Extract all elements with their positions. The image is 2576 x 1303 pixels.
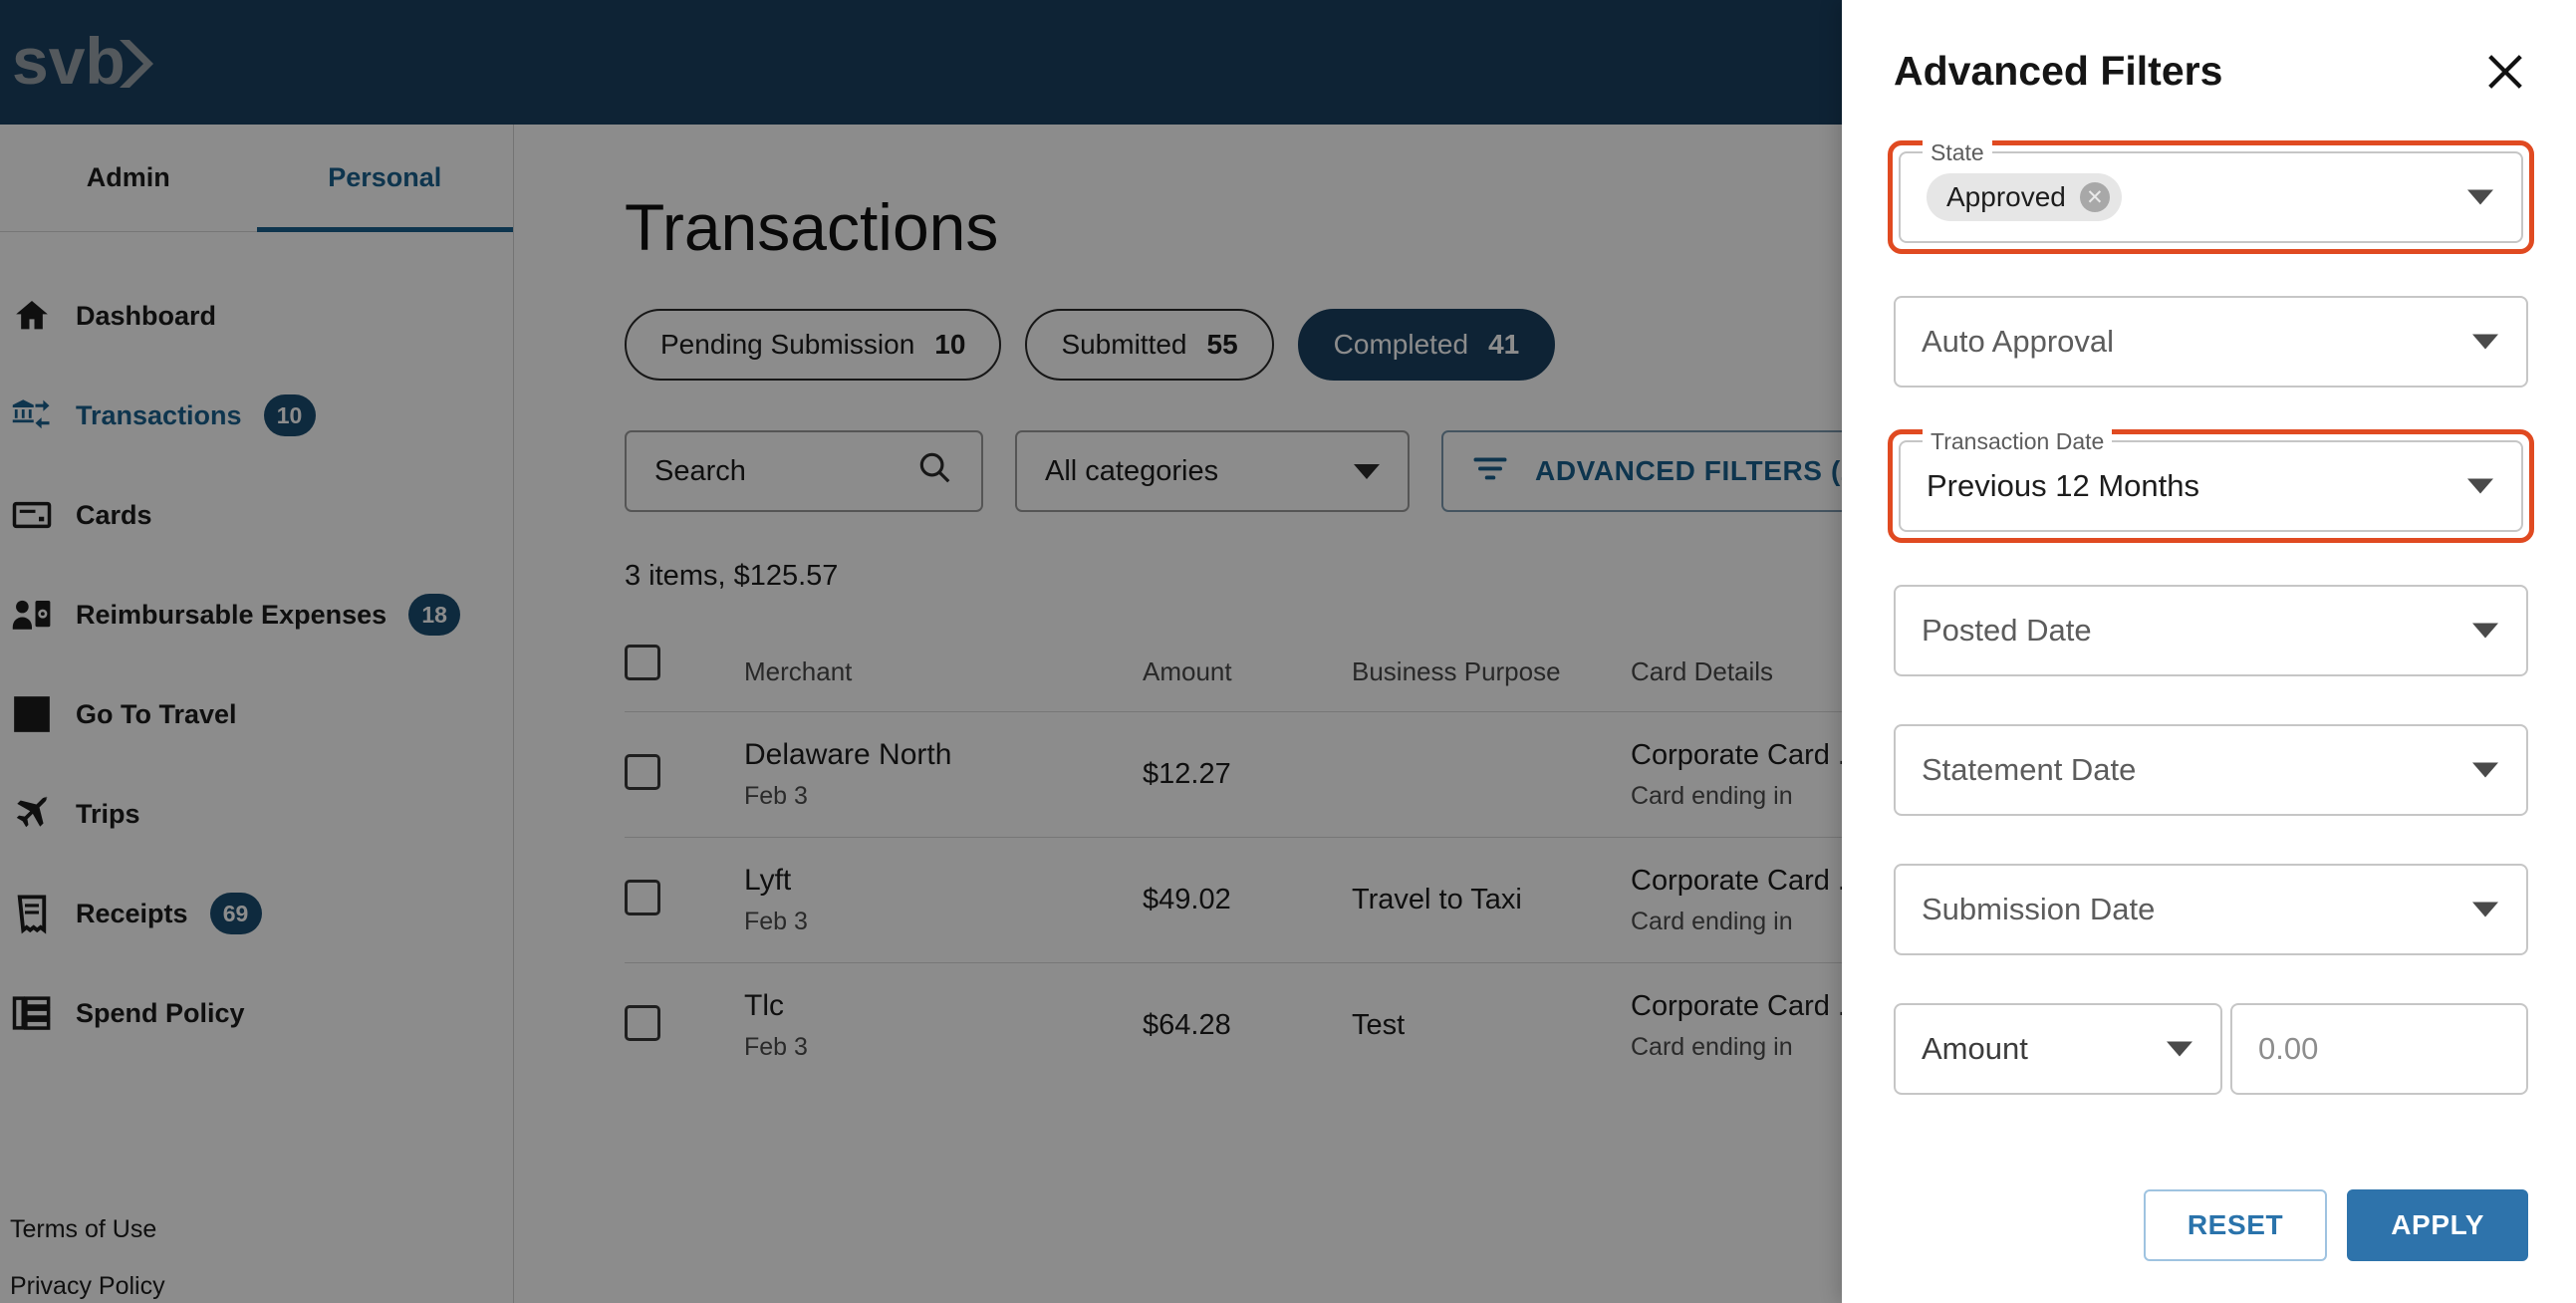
drawer-title: Advanced Filters — [1894, 48, 2223, 94]
transaction-date-select[interactable]: Transaction Date Previous 12 Months — [1899, 428, 2523, 532]
amount-operator-select[interactable]: Amount — [1894, 1003, 2222, 1095]
submission-date-field: Submission Date — [1894, 864, 2528, 955]
statement-date-placeholder: Statement Date — [1922, 752, 2137, 787]
state-select[interactable]: State Approved ✕ — [1899, 139, 2523, 243]
submission-date-placeholder: Submission Date — [1922, 892, 2156, 926]
state-field-highlight: State Approved ✕ — [1888, 139, 2534, 254]
chevron-down-icon — [2467, 189, 2493, 205]
auto-approval-placeholder: Auto Approval — [1922, 324, 2115, 359]
chevron-down-icon — [2472, 334, 2498, 350]
statement-date-field: Statement Date — [1894, 724, 2528, 816]
chevron-down-icon — [2167, 1041, 2192, 1057]
state-field-label: State — [1923, 139, 1992, 166]
reset-button[interactable]: RESET — [2143, 1189, 2328, 1261]
chevron-down-icon — [2467, 478, 2493, 494]
state-selected-chip[interactable]: Approved ✕ — [1927, 173, 2122, 221]
amount-input-placeholder: 0.00 — [2258, 1031, 2319, 1066]
transaction-date-label: Transaction Date — [1923, 428, 2113, 455]
drawer-body: State Approved ✕ Auto Approval Transacti… — [1842, 95, 2576, 1172]
state-chip-label: Approved — [1946, 181, 2066, 212]
posted-date-placeholder: Posted Date — [1922, 613, 2092, 648]
modal-backdrop-overlay[interactable] — [0, 0, 1842, 1303]
transaction-date-field-highlight: Transaction Date Previous 12 Months — [1888, 428, 2534, 543]
close-icon[interactable] — [2482, 49, 2528, 95]
chevron-down-icon — [2472, 762, 2498, 778]
auto-approval-field: Auto Approval — [1894, 296, 2528, 388]
amount-value-input[interactable]: 0.00 — [2230, 1003, 2528, 1095]
apply-button[interactable]: APPLY — [2347, 1189, 2528, 1261]
statement-date-select[interactable]: Statement Date — [1894, 724, 2528, 816]
drawer-header: Advanced Filters — [1842, 0, 2576, 95]
posted-date-select[interactable]: Posted Date — [1894, 585, 2528, 676]
amount-operator-value: Amount — [1922, 1031, 2028, 1066]
chevron-down-icon — [2472, 902, 2498, 917]
submission-date-select[interactable]: Submission Date — [1894, 864, 2528, 955]
posted-date-field: Posted Date — [1894, 585, 2528, 676]
advanced-filters-drawer: Advanced Filters State Approved ✕ Auto A… — [1842, 0, 2576, 1303]
transaction-date-value: Previous 12 Months — [1927, 468, 2199, 503]
drawer-action-buttons: RESET APPLY — [1842, 1172, 2576, 1303]
remove-chip-icon[interactable]: ✕ — [2079, 182, 2110, 212]
amount-filter-row: Amount 0.00 — [1894, 1003, 2528, 1095]
auto-approval-select[interactable]: Auto Approval — [1894, 296, 2528, 388]
chevron-down-icon — [2472, 623, 2498, 639]
